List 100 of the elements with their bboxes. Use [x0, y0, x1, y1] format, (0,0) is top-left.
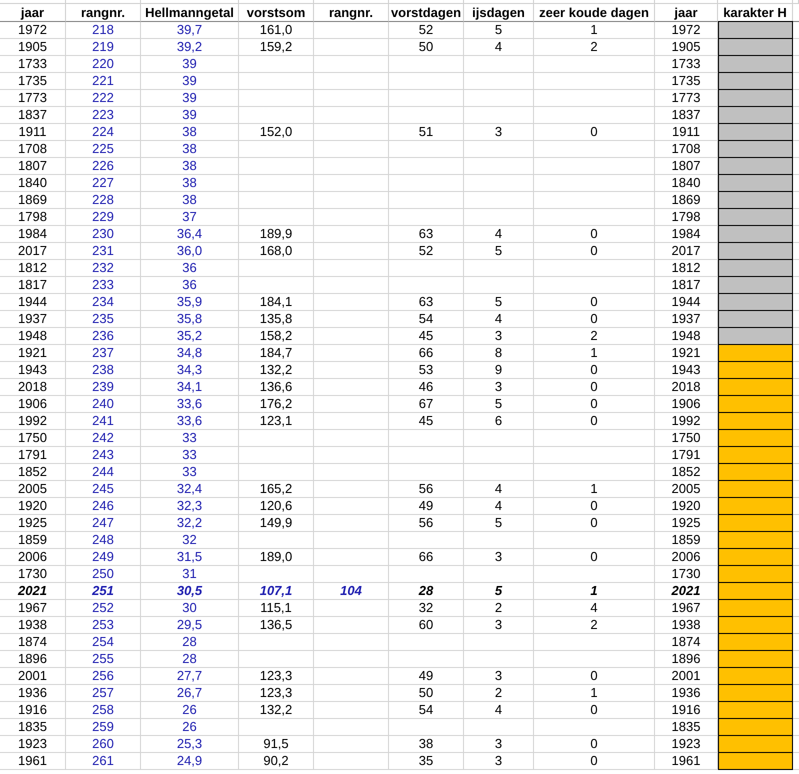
- table-cell: 1750: [0, 430, 66, 447]
- table-cell: 1972: [0, 22, 66, 39]
- table-cell: 1911: [0, 124, 66, 141]
- table-cell: 0: [534, 668, 655, 685]
- table-cell: 245: [66, 481, 141, 498]
- table-cell: 2006: [0, 549, 66, 566]
- table-cell: 254: [66, 634, 141, 651]
- table-cell: 26: [141, 702, 239, 719]
- table-cell: 229: [66, 209, 141, 226]
- table-cell: 161,0: [239, 22, 314, 39]
- table-cell: 1837: [0, 107, 66, 124]
- table-cell: 136,5: [239, 617, 314, 634]
- table-cell: 4: [464, 498, 534, 515]
- table-cell: 256: [66, 668, 141, 685]
- table-cell: 1921: [0, 345, 66, 362]
- table-cell: 34,1: [141, 379, 239, 396]
- column-header: rangnr.: [314, 4, 389, 22]
- table-cell: 0: [534, 753, 655, 770]
- table-cell: 189,0: [239, 549, 314, 566]
- table-cell: 1708: [0, 141, 66, 158]
- table-cell: 260: [66, 736, 141, 753]
- table-cell: 29,5: [141, 617, 239, 634]
- column-header: vorstdagen: [389, 4, 464, 22]
- table-cell: 252: [66, 600, 141, 617]
- table-cell: 1817: [0, 277, 66, 294]
- table-cell: 184,7: [239, 345, 314, 362]
- table-cell: 0: [534, 379, 655, 396]
- table-cell: 1936: [0, 685, 66, 702]
- table-cell: 31,5: [141, 549, 239, 566]
- table-cell: 3: [464, 549, 534, 566]
- table-cell: 158,2: [239, 328, 314, 345]
- table-cell: 0: [534, 736, 655, 753]
- table-cell: 26: [141, 719, 239, 736]
- table-cell: 0: [534, 702, 655, 719]
- table-cell: 120,6: [239, 498, 314, 515]
- table-cell: 8: [464, 345, 534, 362]
- table-cell: 4: [464, 702, 534, 719]
- table-cell: 1869: [0, 192, 66, 209]
- table-cell: 132,2: [239, 362, 314, 379]
- table-cell: 135,8: [239, 311, 314, 328]
- table-cell: 250: [66, 566, 141, 583]
- table-cell: 0: [534, 243, 655, 260]
- table-cell: 39: [141, 73, 239, 90]
- table-cell: 236: [66, 328, 141, 345]
- table-cell: 0: [534, 413, 655, 430]
- table-cell: 1920: [0, 498, 66, 515]
- table-cell: 222: [66, 90, 141, 107]
- table-cell: 237: [66, 345, 141, 362]
- table-cell: 123,3: [239, 668, 314, 685]
- table-cell: 258: [66, 702, 141, 719]
- table-cell: 91,5: [239, 736, 314, 753]
- table-cell: 1773: [0, 90, 66, 107]
- table-cell: 239: [66, 379, 141, 396]
- table-cell: 165,2: [239, 481, 314, 498]
- table-cell: 218: [66, 22, 141, 39]
- table-cell: 1906: [0, 396, 66, 413]
- table-cell: 1905: [0, 39, 66, 56]
- table-cell: 220: [66, 56, 141, 73]
- table-cell: 223: [66, 107, 141, 124]
- table-cell: 5: [464, 515, 534, 532]
- table-cell: 46: [389, 379, 464, 396]
- table-cell: 189,9: [239, 226, 314, 243]
- table-cell: 28: [389, 583, 464, 600]
- table-cell: 39: [141, 90, 239, 107]
- table-cell: 4: [464, 39, 534, 56]
- table-cell: 35,8: [141, 311, 239, 328]
- table-cell: 235: [66, 311, 141, 328]
- table-cell: 219: [66, 39, 141, 56]
- column-header: vorstsom: [239, 4, 314, 22]
- table-cell: 259: [66, 719, 141, 736]
- table-cell: 168,0: [239, 243, 314, 260]
- table-cell: 56: [389, 481, 464, 498]
- table-cell: 159,2: [239, 39, 314, 56]
- table-cell: 1961: [0, 753, 66, 770]
- table-cell: 1938: [0, 617, 66, 634]
- table-cell: 54: [389, 702, 464, 719]
- table-cell: 1735: [0, 73, 66, 90]
- table-cell: 1: [534, 583, 655, 600]
- table-cell: 1: [534, 685, 655, 702]
- table-cell: 24,9: [141, 753, 239, 770]
- table-cell: 52: [389, 243, 464, 260]
- column-header: jaar: [0, 4, 66, 22]
- table-cell: 49: [389, 668, 464, 685]
- table-cell: 35: [389, 753, 464, 770]
- table-cell: 9: [464, 362, 534, 379]
- table-cell: 39: [141, 107, 239, 124]
- table-cell: 33: [141, 447, 239, 464]
- table-cell: 257: [66, 685, 141, 702]
- table-cell: 2018: [0, 379, 66, 396]
- table-cell: 34,8: [141, 345, 239, 362]
- table-cell: 4: [464, 226, 534, 243]
- column-header: zeer koude dagen: [534, 4, 655, 22]
- table-cell: 2: [534, 617, 655, 634]
- table-cell: 3: [464, 379, 534, 396]
- table-cell: 228: [66, 192, 141, 209]
- table-cell: 2021: [0, 583, 66, 600]
- table-cell: 242: [66, 430, 141, 447]
- table-cell: 248: [66, 532, 141, 549]
- table-cell: 0: [534, 515, 655, 532]
- table-cell: 50: [389, 39, 464, 56]
